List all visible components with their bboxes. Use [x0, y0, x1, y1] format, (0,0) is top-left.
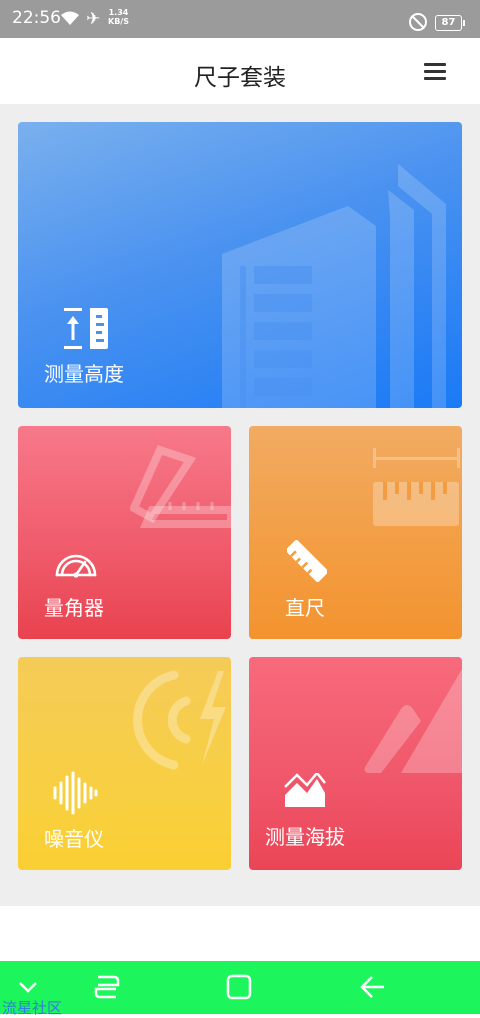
measure-height-tile[interactable]: 测量高度 [18, 122, 462, 408]
page-title: 尺子套装 [194, 65, 286, 91]
ruler-tile[interactable]: 直尺 [249, 426, 462, 639]
system-nav-bar [0, 961, 480, 1014]
ruler-label: 直尺 [285, 596, 325, 620]
back-icon[interactable] [360, 973, 386, 1001]
set-square-icon [130, 445, 231, 528]
mountain-chart-icon [284, 773, 326, 807]
mountain-deco-icon [364, 669, 462, 773]
airplane-icon: ✈ [86, 9, 101, 29]
measure-height-label: 测量高度 [44, 362, 124, 386]
wifi-icon [61, 11, 79, 25]
altitude-tile[interactable]: 测量海拔 [249, 657, 462, 870]
noise-meter-label: 噪音仪 [44, 827, 104, 851]
app-header: 尺子套装 [0, 38, 480, 104]
building-icon [222, 164, 446, 408]
protractor-label: 量角器 [44, 596, 104, 620]
noise-meter-tile[interactable]: 噪音仪 [18, 657, 231, 870]
sound-wave-icon [53, 771, 98, 815]
tool-grid: 测量高度 量角器 直尺 噪音仪 测量海拔 [0, 104, 480, 906]
network-speed: 1.34 KB/S [108, 8, 129, 26]
battery-icon: 87 [435, 15, 465, 31]
watermark-text: 流星社区 [2, 999, 63, 1017]
altitude-label: 测量海拔 [265, 825, 345, 849]
status-bar: 22:56 ✈ 1.34 KB/S 87 [0, 0, 480, 38]
ruler-deco-icon [373, 448, 460, 526]
protractor-tile[interactable]: 量角器 [18, 426, 231, 639]
menu-icon[interactable] [424, 63, 446, 80]
status-time: 22:56 [12, 8, 61, 28]
network-speed-value: 1.34 [108, 8, 129, 17]
home-icon[interactable] [226, 973, 252, 1001]
chevron-down-icon[interactable] [18, 981, 38, 993]
network-speed-unit: KB/S [108, 17, 129, 26]
sound-lightning-icon [133, 670, 226, 770]
ruler-icon [287, 540, 327, 582]
height-ruler-icon [64, 308, 108, 349]
do-not-disturb-icon [409, 13, 427, 31]
recent-apps-icon[interactable] [94, 973, 120, 1001]
speedometer-icon [55, 554, 97, 578]
